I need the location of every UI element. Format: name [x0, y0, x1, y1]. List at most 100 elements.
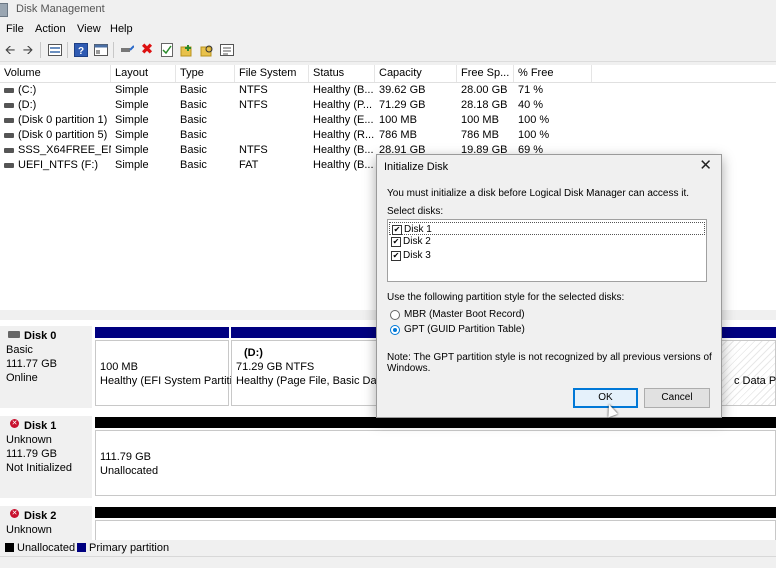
cell-capacity: 71.29 GB	[375, 98, 457, 112]
cell-volume-text: SSS_X64FREE_EN-...	[18, 144, 111, 156]
table-row[interactable]: (Disk 0 partition 5) Simple Basic Healthy (…	[0, 128, 776, 142]
unallocated-region-disk-2[interactable]	[95, 520, 776, 540]
cell-percent-free-text: 71 %	[518, 84, 544, 96]
menu-view[interactable]: View	[77, 23, 101, 35]
cell-type-text: Basic	[180, 144, 207, 156]
cell-type-text: Basic	[180, 114, 207, 126]
cell-type-text: Basic	[180, 84, 207, 96]
cell-volume-text: (D:)	[18, 99, 37, 111]
checklist-icon[interactable]	[159, 42, 175, 58]
table-row[interactable]: (Disk 0 partition 1) Simple Basic Healthy (…	[0, 113, 776, 127]
disk-list-item[interactable]: ✔ Disk 1	[389, 222, 705, 235]
title-bar: Disk Management	[0, 0, 776, 20]
cell-type: Basic	[176, 83, 235, 97]
cell-free-space-text: 786 MB	[461, 129, 499, 141]
svg-text:?: ?	[78, 46, 84, 57]
mbr-label[interactable]: MBR (Master Boot Record)	[404, 309, 525, 320]
column-header-row: Volume Layout Type File System Status Ca…	[0, 65, 776, 83]
checkbox-disk-2[interactable]: ✔	[391, 237, 401, 247]
properties-icon[interactable]	[219, 42, 235, 58]
cell-layout-text: Simple	[115, 159, 149, 171]
connect-icon[interactable]	[119, 42, 135, 58]
disk-0-label[interactable]: Disk 0 Basic 111.77 GB Online	[0, 326, 92, 408]
mbr-radio[interactable]	[390, 310, 400, 320]
forward-arrow-icon[interactable]: 🡪	[20, 42, 36, 58]
column-layout[interactable]: Layout	[111, 65, 176, 82]
cell-status: Healthy (B...	[309, 158, 375, 172]
status-bar	[0, 556, 776, 568]
table-row[interactable]: (D:) Simple Basic NTFS Healthy (P... 71.29 GB…	[0, 98, 776, 112]
disk-selection-list[interactable]: ✔ Disk 1 ✔ Disk 2 ✔ Disk 3	[387, 219, 707, 282]
cell-percent-free-text: 100 %	[518, 114, 550, 126]
column-capacity[interactable]: Capacity	[375, 65, 457, 82]
cell-free-space: 28.00 GB	[457, 83, 514, 97]
menu-action[interactable]: Action	[35, 23, 66, 35]
not-initialized-icon: ✕	[10, 419, 19, 428]
cell-file-system-text: NTFS	[239, 84, 268, 96]
table-row[interactable]: (C:) Simple Basic NTFS Healthy (B... 39.62 GB…	[0, 83, 776, 97]
unallocated-region-disk-1[interactable]: 111.79 GB Unallocated	[95, 430, 776, 496]
column-type[interactable]: Type	[176, 65, 235, 82]
volume-drive-icon	[4, 147, 14, 153]
cell-status-text: Healthy (R...	[313, 129, 375, 141]
legend-swatch-unallocated	[5, 543, 14, 552]
menu-bar: File Action View Help	[0, 20, 776, 38]
cell-capacity-text: 100 MB	[379, 114, 417, 126]
volume-drive-icon	[4, 87, 14, 93]
disk-list-icon[interactable]	[47, 42, 63, 58]
cancel-button[interactable]: Cancel	[644, 388, 710, 408]
checkbox-disk-1[interactable]: ✔	[392, 225, 402, 235]
disk-1-label[interactable]: ✕ Disk 1 Unknown 111.79 GB Not Initializ…	[0, 416, 92, 498]
column-volume[interactable]: Volume	[0, 65, 111, 82]
legend: Unallocated Primary partition	[0, 540, 776, 556]
gpt-radio[interactable]	[390, 325, 400, 335]
cell-layout: Simple	[111, 113, 176, 127]
gpt-note-line-1: Note: The GPT partition style is not rec…	[387, 352, 712, 363]
cell-volume-text: UEFI_NTFS (F:)	[18, 159, 99, 171]
console-icon[interactable]	[93, 42, 109, 58]
cell-type-text: Basic	[180, 159, 207, 171]
close-icon[interactable]: ✕	[699, 158, 712, 174]
volume-drive-icon	[4, 117, 14, 123]
cell-free-space-text: 28.18 GB	[461, 99, 508, 111]
menu-file[interactable]: File	[6, 23, 24, 35]
folder-search-icon[interactable]	[199, 42, 215, 58]
cell-type: Basic	[176, 158, 235, 172]
dialog-title: Initialize Disk	[384, 161, 449, 173]
disk-2-label[interactable]: ✕ Disk 2 Unknown	[0, 506, 92, 540]
cell-layout-text: Simple	[115, 114, 149, 126]
column-percent-free[interactable]: % Free	[514, 65, 592, 82]
partition-efi[interactable]: 100 MB Healthy (EFI System Partitic	[95, 340, 238, 406]
column-free-space[interactable]: Free Sp...	[457, 65, 514, 82]
back-arrow-icon[interactable]: 🡨	[2, 42, 18, 58]
cell-capacity-text: 71.29 GB	[379, 99, 426, 111]
cell-type: Basic	[176, 128, 235, 142]
delete-x-icon[interactable]: ✖	[139, 42, 155, 58]
cell-file-system	[235, 128, 309, 142]
cell-volume: UEFI_NTFS (F:)	[0, 158, 111, 172]
legend-primary-partition: Primary partition	[89, 542, 170, 554]
cell-free-space: 28.18 GB	[457, 98, 514, 112]
gpt-label[interactable]: GPT (GUID Partition Table)	[404, 324, 525, 335]
cell-status-text: Healthy (E...	[313, 114, 374, 126]
cell-layout-text: Simple	[115, 129, 149, 141]
cell-percent-free: 40 %	[514, 98, 592, 112]
cell-volume: (C:)	[0, 83, 111, 97]
cell-layout: Simple	[111, 143, 176, 157]
help-icon[interactable]: ?	[73, 42, 89, 58]
cell-layout-text: Simple	[115, 84, 149, 96]
cell-volume: (D:)	[0, 98, 111, 112]
cell-status: Healthy (R...	[309, 128, 375, 142]
initialize-disk-dialog: Initialize Disk ✕ You must initialize a …	[376, 154, 722, 418]
column-status[interactable]: Status	[309, 65, 375, 82]
partition-d[interactable]: (D:) 71.29 GB NTFS Healthy (Page File, B…	[231, 340, 392, 406]
volume-drive-icon	[4, 162, 14, 168]
checkbox-disk-3[interactable]: ✔	[391, 251, 401, 261]
add-folder-icon[interactable]	[179, 42, 195, 58]
disk-list-item[interactable]: ✔ Disk 3	[389, 249, 705, 262]
column-file-system[interactable]: File System	[235, 65, 309, 82]
disk-list-item[interactable]: ✔ Disk 2	[389, 235, 705, 248]
unallocated-stripe	[95, 417, 776, 428]
cell-type: Basic	[176, 143, 235, 157]
menu-help[interactable]: Help	[110, 23, 133, 35]
